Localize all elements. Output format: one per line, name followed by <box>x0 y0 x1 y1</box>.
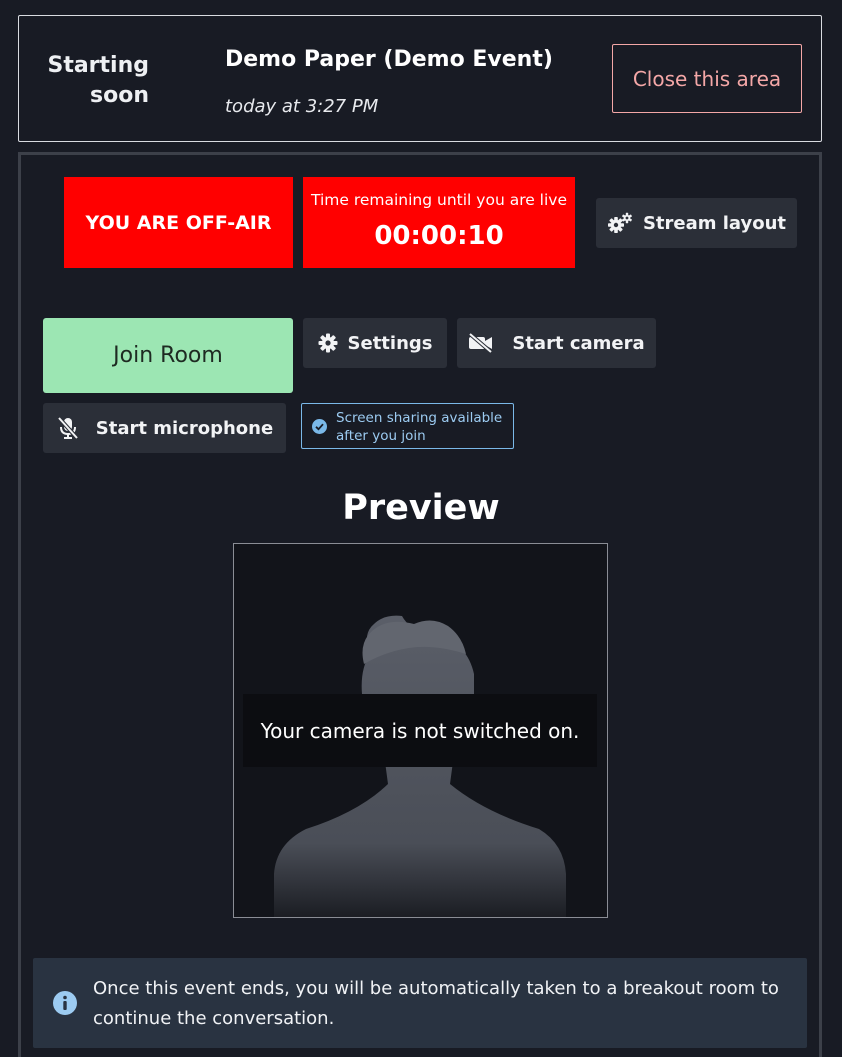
event-header: Starting soon Demo Paper (Demo Event) to… <box>18 15 822 142</box>
countdown-timer: 00:00:10 <box>374 221 504 251</box>
close-area-button[interactable]: Close this area <box>612 44 802 113</box>
start-microphone-label: Start microphone <box>95 417 274 439</box>
info-banner: Once this event ends, you will be automa… <box>33 958 807 1048</box>
microphone-off-icon <box>57 416 79 440</box>
offair-indicator: YOU ARE OFF-AIR <box>64 177 293 268</box>
info-circle-icon <box>53 991 77 1015</box>
settings-button[interactable]: Settings <box>303 318 447 368</box>
start-camera-label: Start camera <box>512 332 645 354</box>
info-message: Once this event ends, you will be automa… <box>93 978 779 1029</box>
start-microphone-button[interactable]: Start microphone <box>43 403 286 453</box>
stream-layout-button[interactable]: Stream layout <box>596 198 797 248</box>
camera-preview: Your camera is not switched on. <box>233 543 608 918</box>
event-time: today at 3:27 PM <box>225 96 379 117</box>
stream-layout-label: Stream layout <box>642 212 787 234</box>
screen-share-note: Screen sharing available after you join <box>301 403 514 449</box>
settings-label: Settings <box>347 332 433 354</box>
check-circle-icon <box>312 419 327 434</box>
camera-off-message: Your camera is not switched on. <box>243 694 597 767</box>
preview-title: Preview <box>342 488 500 528</box>
gear-icon <box>318 333 338 353</box>
countdown-box: Time remaining until you are live 00:00:… <box>303 177 575 268</box>
countdown-label: Time remaining until you are live <box>310 191 568 209</box>
event-status: Starting soon <box>47 53 149 108</box>
screen-share-text: Screen sharing available after you join <box>336 410 503 444</box>
join-room-button[interactable]: Join Room <box>43 318 293 393</box>
event-title: Demo Paper (Demo Event) <box>225 47 553 72</box>
start-camera-button[interactable]: Start camera <box>457 318 656 368</box>
gears-icon <box>607 212 632 233</box>
video-off-icon <box>469 333 493 353</box>
